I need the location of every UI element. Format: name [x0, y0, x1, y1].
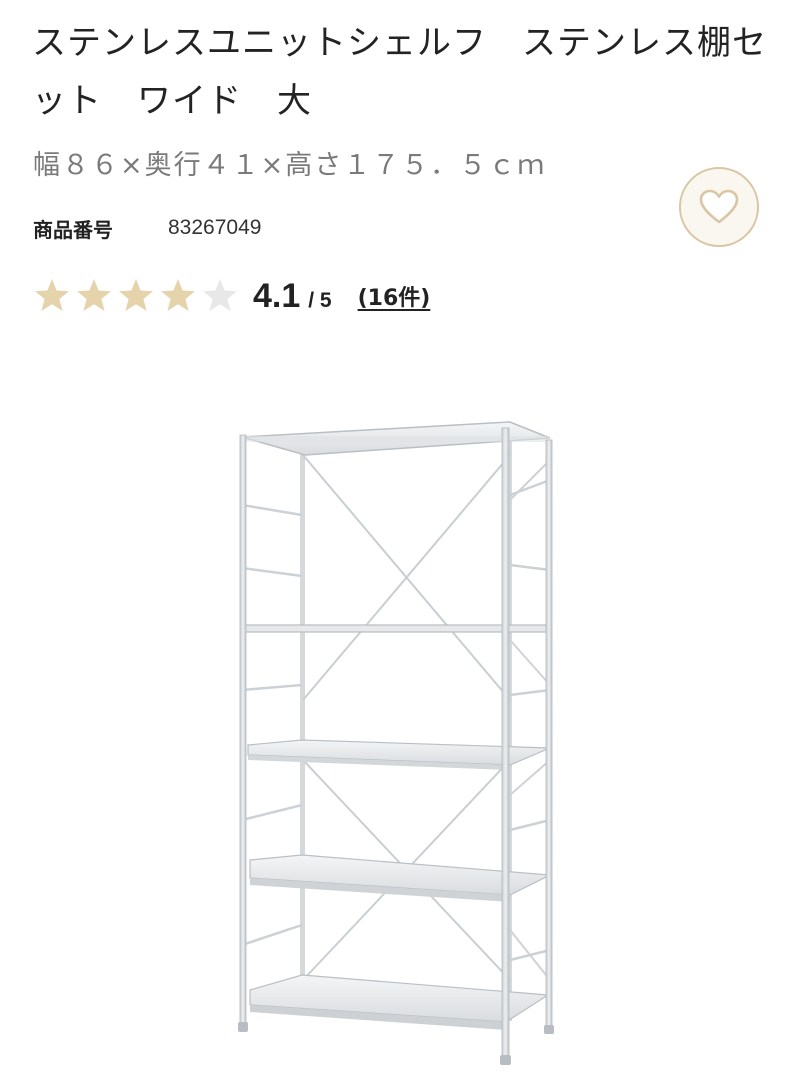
star-filled-icon	[35, 279, 69, 311]
heart-icon	[699, 189, 739, 224]
rating-out-of: / 5	[308, 289, 332, 312]
product-spec: 幅８６×奥行４１×高さ１７５．５ｃｍ	[33, 150, 547, 181]
product-number-value: 83267049	[168, 216, 262, 239]
product-image	[238, 421, 554, 1065]
star-filled-icon	[119, 279, 153, 311]
product-title: ステンレスユニットシェルフ ステンレス棚セット ワイド 大	[32, 23, 767, 121]
favorite-button[interactable]	[679, 167, 759, 247]
star-empty-icon	[203, 279, 237, 311]
star-filled-icon	[77, 279, 111, 311]
product-number-label: 商品番号	[33, 217, 113, 242]
review-count-link[interactable]: (16件)	[358, 280, 431, 312]
rating-summary: 4.1 / 5 (16件)	[33, 274, 430, 318]
rating-score: 4.1	[253, 276, 301, 315]
rating-stars	[33, 277, 239, 315]
product-number-row: 商品番号 83267049	[33, 211, 261, 245]
star-filled-icon	[161, 279, 195, 311]
